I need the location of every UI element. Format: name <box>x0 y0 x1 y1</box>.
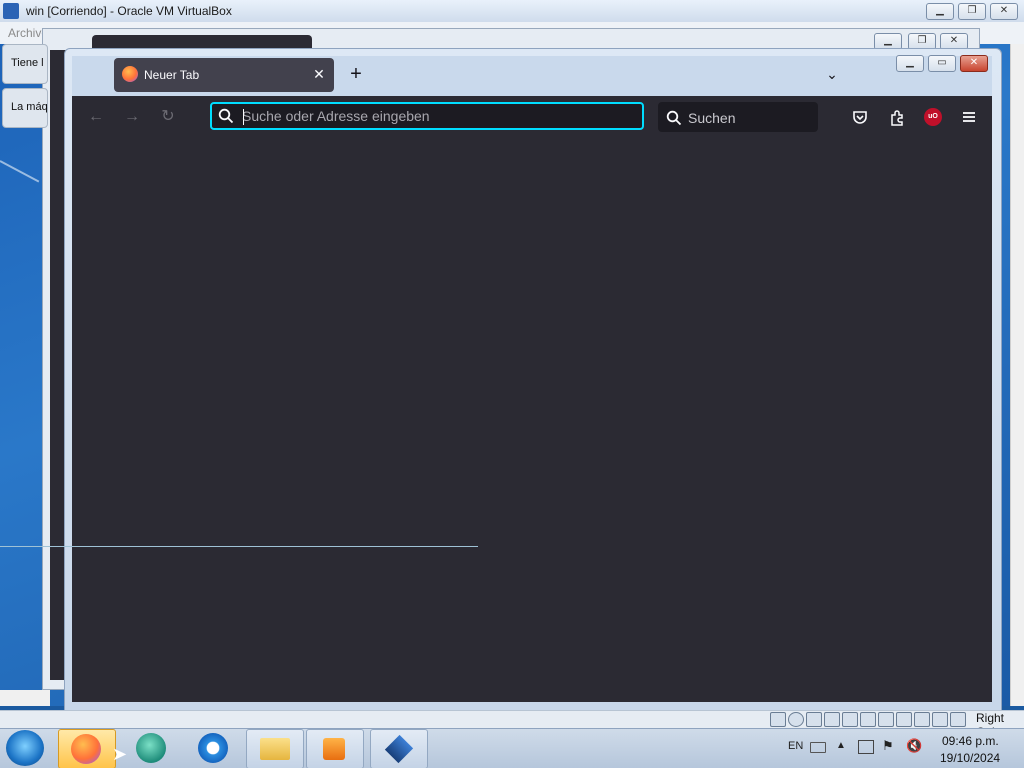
taskbar-app-chat[interactable] <box>124 729 180 767</box>
media-player-icon <box>323 738 345 760</box>
virtualbox-icon <box>384 734 414 764</box>
folder-icon <box>260 738 290 760</box>
ff-close-button[interactable]: ✕ <box>960 55 988 72</box>
action-center-flag-icon[interactable]: ⚑ <box>882 738 894 754</box>
back-arrow-icon[interactable]: ← <box>84 105 108 129</box>
show-hidden-icons-icon[interactable]: ▲ <box>836 740 846 751</box>
notification-card[interactable]: Tiene l <box>2 44 48 84</box>
list-all-tabs-button[interactable]: ⌄ <box>822 64 842 84</box>
firefox-icon <box>122 66 138 82</box>
extensions-icon[interactable] <box>885 105 909 129</box>
forward-arrow-icon[interactable]: → <box>120 105 144 129</box>
video-capture-icon[interactable] <box>896 712 912 727</box>
taskbar-virtualbox[interactable] <box>370 729 428 768</box>
cpu-icon[interactable] <box>914 712 930 727</box>
horizontal-scrollbar[interactable] <box>0 690 50 706</box>
url-input[interactable] <box>242 104 632 128</box>
notification-text: Tiene l <box>11 57 44 69</box>
firefox-icon <box>71 734 101 764</box>
hard-disk-icon[interactable] <box>770 712 786 727</box>
taskbar-explorer[interactable] <box>246 729 304 768</box>
search-bar[interactable] <box>658 102 818 132</box>
search-icon <box>218 108 234 124</box>
host-key-arrow-icon[interactable] <box>950 712 966 727</box>
taskbar-media-player[interactable] <box>306 729 364 768</box>
volume-muted-icon[interactable]: 🔇 <box>906 738 922 754</box>
notification-text: La máq <box>11 101 48 113</box>
ff-maximize-button[interactable]: ▭ <box>928 55 956 72</box>
tab-title: Neuer Tab <box>144 68 200 82</box>
chat-bubble-icon <box>136 733 166 763</box>
ff-minimize-button[interactable]: ▁ <box>896 55 924 72</box>
hamburger-menu-icon[interactable] <box>957 105 981 129</box>
reload-icon[interactable]: ↻ <box>156 105 180 129</box>
virtualbox-icon <box>3 3 19 19</box>
start-button[interactable] <box>6 730 44 766</box>
notification-card[interactable]: La máq <box>2 88 48 128</box>
pocket-icon[interactable] <box>848 105 872 129</box>
internet-explorer-icon <box>198 733 228 763</box>
new-tab-button[interactable]: + <box>346 64 366 84</box>
mouse-integration-icon[interactable] <box>932 712 948 727</box>
shared-folders-icon[interactable] <box>860 712 876 727</box>
audio-icon[interactable] <box>806 712 822 727</box>
vbox-restore-button[interactable]: ❐ <box>958 3 986 20</box>
network-tray-icon[interactable] <box>858 740 874 754</box>
keyboard-icon[interactable] <box>810 742 826 753</box>
optical-drive-icon[interactable] <box>788 712 804 727</box>
close-tab-icon[interactable]: ✕ <box>312 66 326 82</box>
taskbar-internet-explorer[interactable] <box>186 729 242 767</box>
display-icon[interactable] <box>878 712 894 727</box>
ublock-origin-icon[interactable]: uO <box>924 108 942 126</box>
usb-icon[interactable] <box>842 712 858 727</box>
render-artifact-line <box>0 546 478 547</box>
taskbar-firefox[interactable] <box>58 729 116 768</box>
clock-time[interactable]: 09:46 p.m. <box>942 734 999 748</box>
clock-date[interactable]: 19/10/2024 <box>940 751 1000 765</box>
vbox-window-title: win [Corriendo] - Oracle VM VirtualBox <box>26 4 232 18</box>
search-icon <box>666 110 682 126</box>
page-content[interactable] <box>72 138 992 702</box>
network-icon[interactable] <box>824 712 840 727</box>
vertical-scrollbar[interactable] <box>1010 44 1024 706</box>
language-indicator[interactable]: EN <box>788 740 803 752</box>
vbox-minimize-button[interactable]: ▁ <box>926 3 954 20</box>
search-placeholder: Suchen <box>688 110 736 126</box>
vbox-close-button[interactable]: ✕ <box>990 3 1018 20</box>
text-caret <box>243 109 244 125</box>
